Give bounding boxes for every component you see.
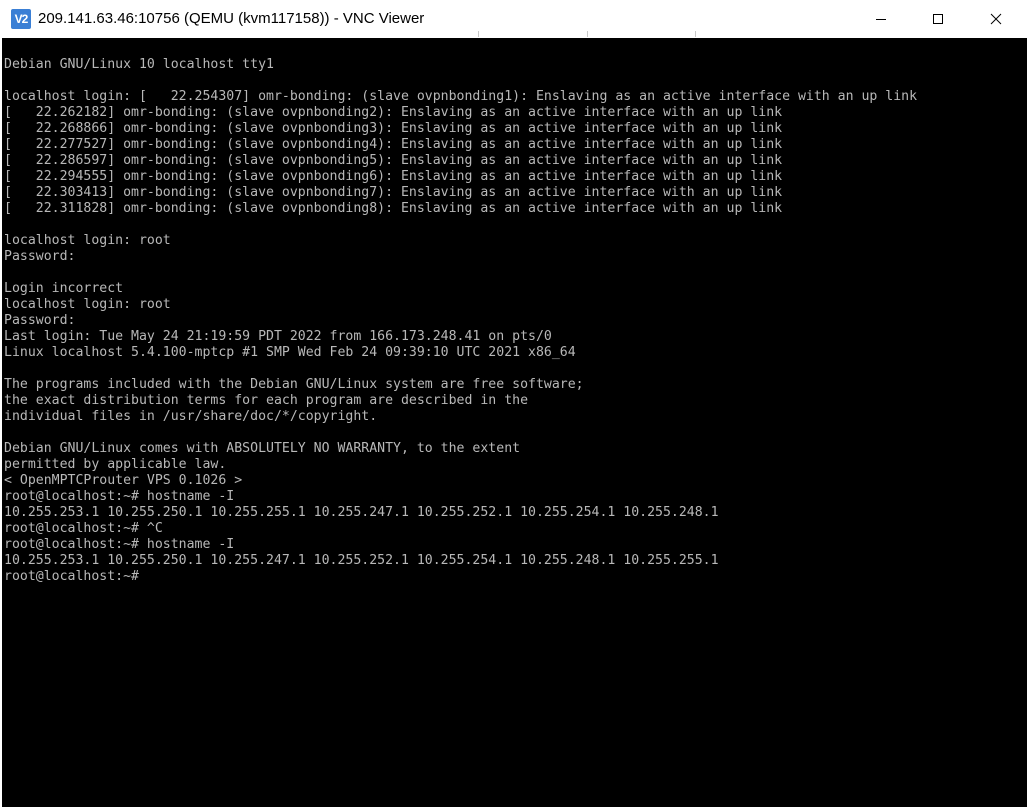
- vnc-viewer-window: V2 209.141.63.46:10756 (QEMU (kvm117158)…: [0, 0, 1027, 812]
- console-line: Debian GNU/Linux comes with ABSOLUTELY N…: [4, 441, 521, 456]
- console-line: root@localhost:~# ^C: [4, 521, 163, 536]
- console-line: root@localhost:~#: [4, 569, 139, 584]
- console-line: the exact distribution terms for each pr…: [4, 393, 529, 408]
- console-line: root@localhost:~# hostname -I: [4, 489, 235, 504]
- console-line: < OpenMPTCProuter VPS 0.1026 >: [4, 473, 243, 488]
- console-line: localhost login: root: [4, 233, 171, 248]
- console-line: [ 22.262182] omr-bonding: (slave ovpnbon…: [4, 105, 783, 120]
- toolbar-divider: [695, 31, 696, 37]
- console-line: The programs included with the Debian GN…: [4, 377, 584, 392]
- console-line: Debian GNU/Linux 10 localhost tty1: [4, 57, 274, 72]
- console-line: Password:: [4, 313, 76, 328]
- console-line: Last login: Tue May 24 21:19:59 PDT 2022…: [4, 329, 552, 344]
- window-bottom-border: [0, 807, 1027, 812]
- console-line: [ 22.311828] omr-bonding: (slave ovpnbon…: [4, 201, 783, 216]
- console-line: root@localhost:~# hostname -I: [4, 537, 235, 552]
- console-output: Debian GNU/Linux 10 localhost tty1 localh…: [4, 57, 917, 585]
- close-icon: [990, 13, 1002, 25]
- console-line: [ 22.268866] omr-bonding: (slave ovpnbon…: [4, 121, 783, 136]
- minimize-button[interactable]: [851, 0, 911, 38]
- maximize-icon: [933, 14, 943, 24]
- maximize-button[interactable]: [908, 0, 968, 38]
- console-line: Password:: [4, 249, 76, 264]
- remote-console-screen[interactable]: Debian GNU/Linux 10 localhost tty1 localh…: [2, 38, 1027, 807]
- console-line: Linux localhost 5.4.100-mptcp #1 SMP Wed…: [4, 345, 576, 360]
- toolbar-divider: [478, 31, 479, 37]
- console-line: permitted by applicable law.: [4, 457, 227, 472]
- close-button[interactable]: [966, 0, 1026, 38]
- console-line: Login incorrect: [4, 281, 124, 296]
- console-line: localhost login: [ 22.254307] omr-bondin…: [4, 89, 918, 104]
- vnc-app-icon[interactable]: V2: [11, 9, 31, 29]
- console-line: individual files in /usr/share/doc/*/cop…: [4, 409, 378, 424]
- console-line: [ 22.303413] omr-bonding: (slave ovpnbon…: [4, 185, 783, 200]
- minimize-icon: [876, 19, 886, 20]
- window-title: 209.141.63.46:10756 (QEMU (kvm117158)) -…: [38, 10, 425, 27]
- toolbar-divider: [587, 31, 588, 37]
- console-line: 10.255.253.1 10.255.250.1 10.255.255.1 1…: [4, 505, 719, 520]
- console-line: 10.255.253.1 10.255.250.1 10.255.247.1 1…: [4, 553, 719, 568]
- title-bar[interactable]: V2 209.141.63.46:10756 (QEMU (kvm117158)…: [0, 0, 1027, 39]
- console-line: [ 22.286597] omr-bonding: (slave ovpnbon…: [4, 153, 783, 168]
- console-line: localhost login: root: [4, 297, 171, 312]
- console-line: [ 22.294555] omr-bonding: (slave ovpnbon…: [4, 169, 783, 184]
- console-line: [ 22.277527] omr-bonding: (slave ovpnbon…: [4, 137, 783, 152]
